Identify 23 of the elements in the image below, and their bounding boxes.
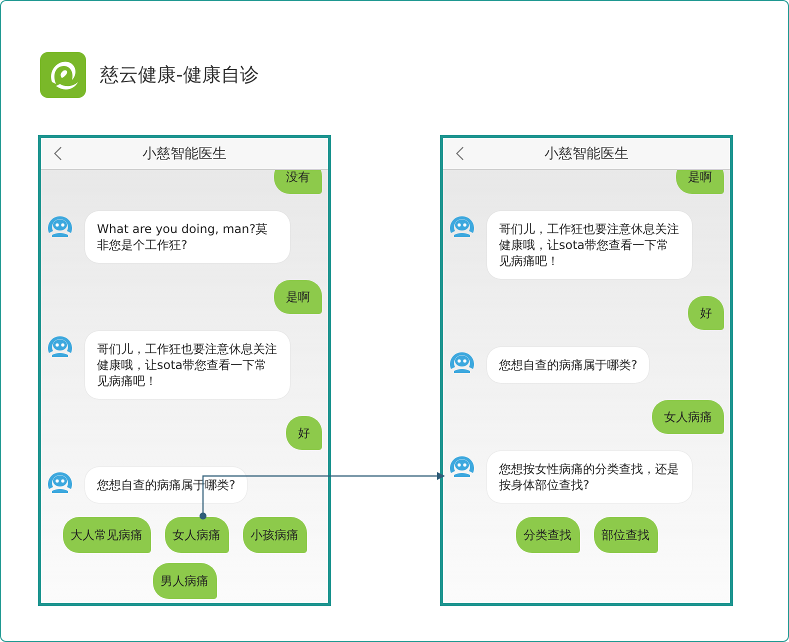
bot-message: 您想自查的病痛属于哪类? (487, 347, 650, 383)
option-button[interactable]: 分类查找 (516, 517, 580, 553)
user-message: 没有 (274, 170, 322, 194)
screen-title: 小慈智能医生 (142, 144, 226, 162)
screen-title: 小慈智能医生 (544, 144, 628, 162)
user-message: 是啊 (274, 280, 322, 314)
user-message: 是啊 (676, 170, 724, 194)
back-icon[interactable] (53, 146, 62, 161)
option-button[interactable]: 大人常见病痛 (62, 517, 150, 553)
option-button[interactable]: 男人病痛 (152, 563, 216, 599)
back-icon[interactable] (455, 146, 464, 161)
option-button[interactable]: 小孩病痛 (242, 517, 306, 553)
bot-message: 哥们儿，工作狂也要注意休息关注健康哦，让sota带您查看一下常见病痛吧！ (85, 331, 290, 399)
user-message: 女人病痛 (652, 400, 724, 434)
option-button[interactable]: 女人病痛 (164, 517, 228, 553)
option-button[interactable]: 部位查找 (594, 517, 658, 553)
bot-message: 哥们儿，工作狂也要注意休息关注健康哦，让sota带您查看一下常见病痛吧！ (487, 211, 692, 279)
bot-message: 您想按女性病痛的分类查找，还是按身体部位查找? (487, 451, 692, 503)
page-title: 慈云健康-健康自诊 (100, 63, 259, 88)
user-message: 好 (286, 416, 322, 450)
bot-message: What are you doing, man?莫非您是个工作狂? (85, 211, 290, 263)
user-message: 好 (688, 296, 724, 330)
logo-icon (40, 52, 86, 98)
